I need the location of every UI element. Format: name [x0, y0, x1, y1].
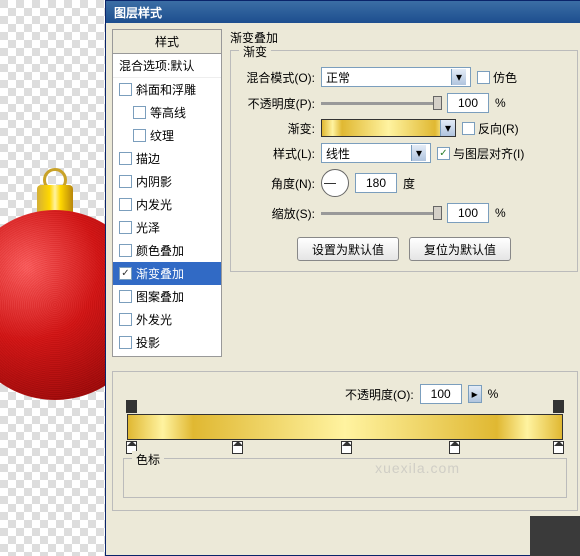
slider-thumb[interactable] [433, 96, 442, 110]
layer-style-dialog: 图层样式 样式 混合选项:默认 斜面和浮雕等高线纹理描边内阴影内发光光泽颜色叠加… [105, 0, 580, 556]
make-default-button[interactable]: 设置为默认值 [297, 237, 399, 261]
style-checkbox[interactable] [119, 336, 132, 349]
opacity-slider[interactable] [321, 102, 441, 105]
style-checkbox[interactable] [133, 106, 146, 119]
scale-slider[interactable] [321, 212, 441, 215]
editor-opacity-input[interactable] [420, 384, 462, 404]
dialog-title: 图层样式 [114, 6, 162, 20]
style-checkbox[interactable]: ✓ [119, 267, 132, 280]
style-item-label: 内发光 [136, 196, 172, 213]
style-item-label: 纹理 [150, 127, 174, 144]
settings-title: 渐变叠加 [230, 29, 578, 46]
dialog-titlebar[interactable]: 图层样式 [106, 1, 580, 23]
style-item[interactable]: ✓ 渐变叠加 [113, 262, 221, 285]
style-item[interactable]: 投影 [113, 331, 221, 354]
style-item-label: 图案叠加 [136, 288, 184, 305]
styles-panel: 样式 混合选项:默认 斜面和浮雕等高线纹理描边内阴影内发光光泽颜色叠加 ✓ 渐变叠加… [112, 29, 222, 357]
style-checkbox[interactable] [119, 83, 132, 96]
reset-default-button[interactable]: 复位为默认值 [409, 237, 511, 261]
scale-label: 缩放(S): [243, 205, 315, 222]
chevron-down-icon: ▾ [451, 69, 466, 85]
style-item[interactable]: 颜色叠加 [113, 239, 221, 262]
style-checkbox[interactable] [119, 198, 132, 211]
blend-mode-select[interactable]: 正常 ▾ [321, 67, 471, 87]
style-item-label: 内阴影 [136, 173, 172, 190]
style-item[interactable]: 内发光 [113, 193, 221, 216]
style-item[interactable]: 纹理 [113, 124, 221, 147]
color-stop[interactable] [232, 441, 243, 454]
style-item[interactable]: 斜面和浮雕 [113, 78, 221, 101]
style-checkbox[interactable] [119, 290, 132, 303]
angle-unit: 度 [403, 175, 415, 192]
style-item[interactable]: 光泽 [113, 216, 221, 239]
style-item-label: 渐变叠加 [136, 265, 184, 282]
color-stop[interactable] [341, 441, 352, 454]
styles-header[interactable]: 样式 [113, 30, 221, 54]
style-select[interactable]: 线性 ▾ [321, 143, 431, 163]
style-checkbox[interactable] [119, 152, 132, 165]
style-label: 样式(L): [243, 145, 315, 162]
align-checkbox[interactable]: ✓ [437, 147, 450, 160]
reverse-checkbox[interactable] [462, 122, 475, 135]
style-item-label: 等高线 [150, 104, 186, 121]
angle-label: 角度(N): [243, 175, 315, 192]
dither-checkbox[interactable] [477, 71, 490, 84]
gradient-overlay-settings: 渐变叠加 渐变 混合模式(O): 正常 ▾ 仿色 不透明度(P): [230, 29, 578, 357]
stops-legend: 色标 [132, 451, 164, 468]
editor-opacity-label: 不透明度(O): [345, 386, 414, 403]
scale-unit: % [495, 206, 506, 220]
style-item-label: 描边 [136, 150, 160, 167]
blend-options-item[interactable]: 混合选项:默认 [113, 54, 221, 78]
style-item-label: 光泽 [136, 219, 160, 236]
chevron-right-icon[interactable]: ▸ [468, 385, 482, 403]
chevron-down-icon: ▾ [440, 120, 455, 136]
style-checkbox[interactable] [119, 221, 132, 234]
gradient-editor: 不透明度(O): ▸ % 色标 [112, 371, 578, 511]
reverse-label: 反向(R) [478, 120, 519, 137]
blend-mode-label: 混合模式(O): [243, 69, 315, 86]
chevron-down-icon: ▾ [411, 145, 426, 161]
blend-mode-value: 正常 [326, 69, 350, 86]
style-item-label: 投影 [136, 334, 160, 351]
angle-input[interactable] [355, 173, 397, 193]
style-item[interactable]: 图案叠加 [113, 285, 221, 308]
gradient-bar[interactable] [127, 414, 563, 440]
scale-input[interactable] [447, 203, 489, 223]
slider-thumb[interactable] [433, 206, 442, 220]
align-label: 与图层对齐(I) [453, 145, 524, 162]
dark-corner [530, 516, 580, 556]
style-checkbox[interactable] [119, 244, 132, 257]
style-item-label: 颜色叠加 [136, 242, 184, 259]
color-stop[interactable] [553, 441, 564, 454]
opacity-input[interactable] [447, 93, 489, 113]
style-item-label: 斜面和浮雕 [136, 81, 196, 98]
dither-label: 仿色 [493, 69, 517, 86]
gradient-label: 渐变: [243, 120, 315, 137]
style-value: 线性 [326, 145, 350, 162]
style-item[interactable]: 外发光 [113, 308, 221, 331]
opacity-stop[interactable] [126, 400, 137, 413]
style-checkbox[interactable] [133, 129, 146, 142]
style-item[interactable]: 内阴影 [113, 170, 221, 193]
editor-opacity-unit: % [488, 387, 499, 401]
opacity-label: 不透明度(P): [243, 95, 315, 112]
style-checkbox[interactable] [119, 175, 132, 188]
style-checkbox[interactable] [119, 313, 132, 326]
style-item[interactable]: 等高线 [113, 101, 221, 124]
opacity-stop[interactable] [553, 400, 564, 413]
style-item[interactable]: 描边 [113, 147, 221, 170]
angle-dial[interactable] [321, 169, 349, 197]
opacity-unit: % [495, 96, 506, 110]
style-item-label: 外发光 [136, 311, 172, 328]
gradient-picker[interactable]: ▾ [321, 119, 456, 137]
color-stop[interactable] [449, 441, 460, 454]
gradient-group-legend: 渐变 [239, 43, 271, 60]
